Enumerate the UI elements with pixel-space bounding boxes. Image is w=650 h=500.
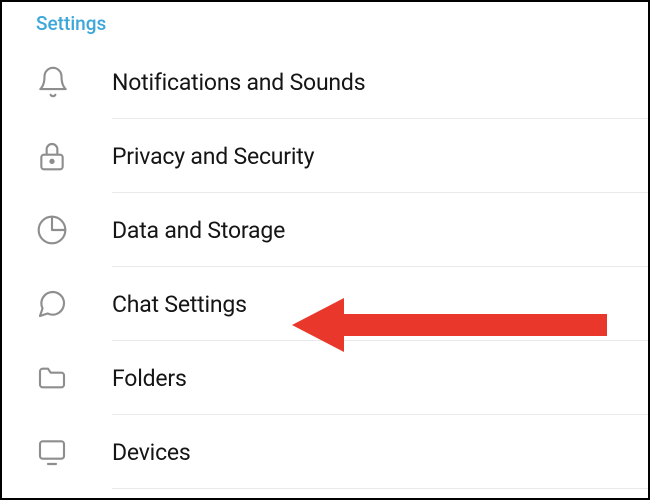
folder-icon	[2, 362, 112, 394]
bell-icon	[2, 65, 112, 99]
section-header-settings: Settings	[2, 2, 648, 45]
settings-item-label: Notifications and Sounds	[112, 69, 365, 96]
settings-item-privacy[interactable]: Privacy and Security	[2, 119, 648, 193]
settings-item-label: Chat Settings	[112, 291, 247, 318]
settings-item-label: Privacy and Security	[112, 143, 314, 170]
settings-item-notifications[interactable]: Notifications and Sounds	[2, 45, 648, 119]
divider	[112, 488, 648, 489]
settings-item-label: Folders	[112, 365, 187, 392]
lock-icon	[2, 140, 112, 172]
settings-list: Notifications and Sounds Privacy and Sec…	[2, 45, 648, 489]
settings-item-label: Data and Storage	[112, 217, 285, 244]
pie-icon	[2, 214, 112, 246]
settings-item-folders[interactable]: Folders	[2, 341, 648, 415]
chat-icon	[2, 288, 112, 320]
settings-item-devices[interactable]: Devices	[2, 415, 648, 489]
devices-icon	[2, 436, 112, 468]
settings-item-label: Devices	[112, 439, 191, 466]
settings-section: Settings Notifications and Sounds	[2, 2, 648, 489]
settings-item-data[interactable]: Data and Storage	[2, 193, 648, 267]
settings-item-chat[interactable]: Chat Settings	[2, 267, 648, 341]
